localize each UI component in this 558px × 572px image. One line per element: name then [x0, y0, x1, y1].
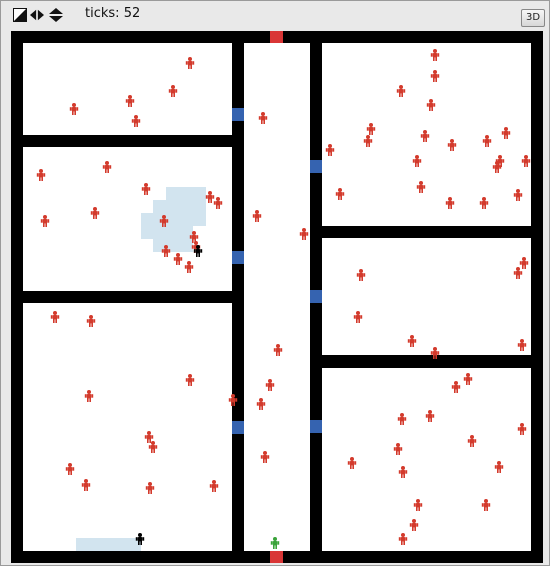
- door: [232, 251, 244, 264]
- central-corridor: [244, 43, 310, 551]
- door: [310, 290, 322, 303]
- view-toolbar: ticks: 52 3D: [1, 1, 549, 27]
- exit-top: [270, 31, 283, 43]
- speed-arrows-icon[interactable]: [49, 8, 63, 22]
- step-arrows-icon[interactable]: [30, 8, 44, 22]
- exit-bottom: [270, 551, 283, 563]
- door: [310, 160, 322, 173]
- door: [310, 420, 322, 433]
- ticks-value: 52: [123, 6, 141, 21]
- view-3d-button[interactable]: 3D: [521, 9, 545, 27]
- door: [232, 421, 244, 434]
- room-middle-right: [322, 238, 531, 355]
- ticks-label: ticks:: [85, 6, 120, 21]
- speed-slider-icon[interactable]: [13, 8, 27, 22]
- door: [232, 108, 244, 121]
- ticks-counter: ticks: 52: [85, 6, 140, 21]
- simulation-world: [11, 31, 543, 563]
- room-top-left: [23, 43, 232, 135]
- room-bottom-left: [23, 303, 232, 551]
- netlogo-view-frame: ticks: 52 3D: [0, 0, 550, 566]
